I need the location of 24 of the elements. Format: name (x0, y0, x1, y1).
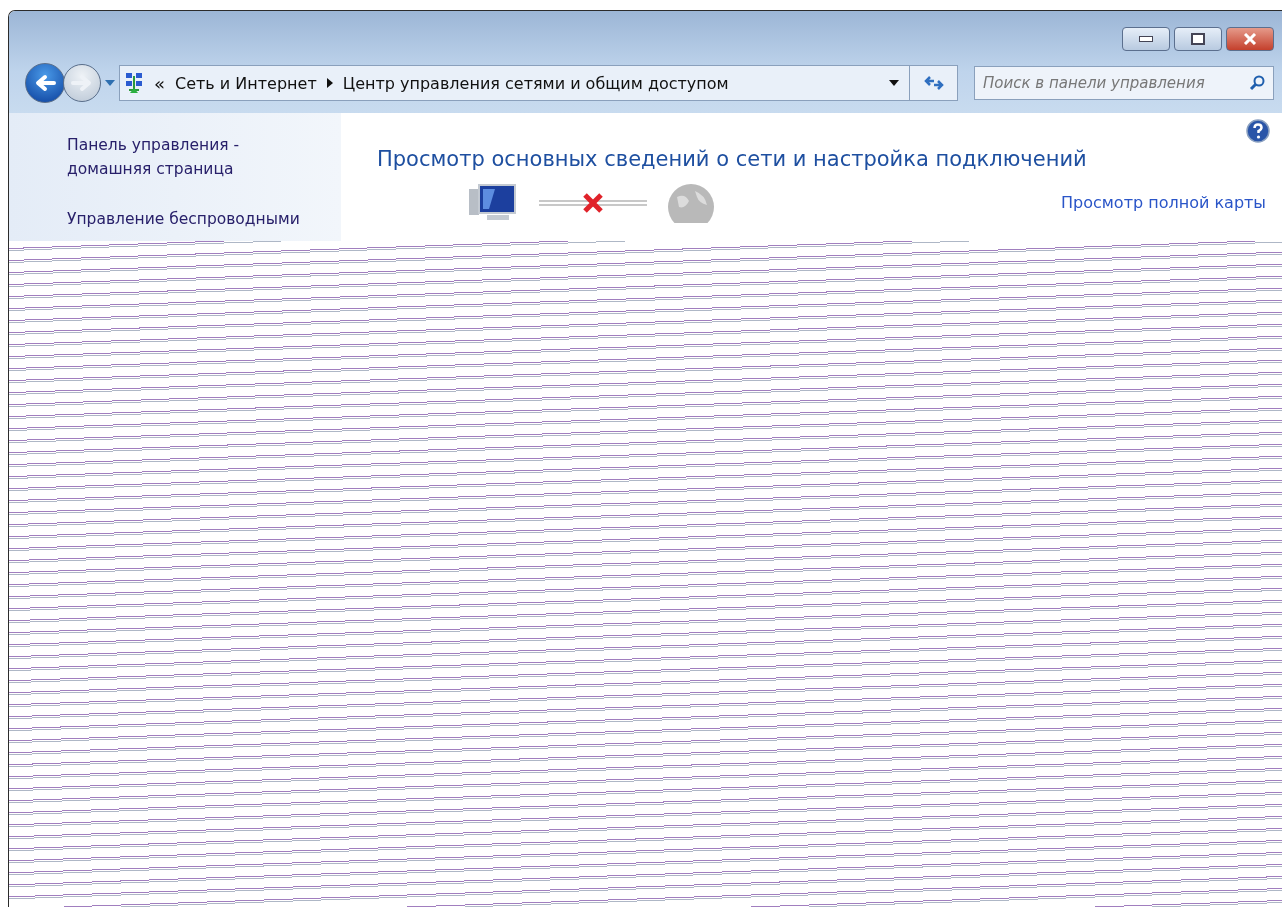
search-icon (1249, 75, 1265, 91)
full-map-link[interactable]: Просмотр полной карты (1061, 193, 1266, 212)
address-bar[interactable]: « Сеть и Интернет Центр управления сетями и общим доступом (119, 65, 958, 101)
search-field[interactable]: Поиск в панели управления (974, 66, 1274, 100)
sidebar-link[interactable]: Панель управления - домашняя страница (67, 133, 287, 181)
network-icon (124, 72, 144, 94)
help-icon[interactable] (1246, 119, 1270, 143)
globe-icon (667, 183, 715, 223)
refresh-icon (923, 75, 944, 91)
back-arrow-icon (34, 74, 56, 92)
maximize-button[interactable] (1174, 27, 1222, 51)
breadcrumb-item[interactable]: Центр управления сетями и общим доступом (342, 73, 729, 93)
sidebar-link[interactable]: Управление беспроводными (67, 207, 317, 231)
minimize-button[interactable] (1122, 27, 1170, 51)
back-button[interactable] (25, 63, 65, 103)
breadcrumb-overflow[interactable]: « (154, 72, 165, 94)
close-button[interactable] (1226, 27, 1274, 51)
separator-arrow-icon[interactable] (326, 78, 333, 88)
close-icon (1242, 33, 1258, 45)
breadcrumb-item[interactable]: Сеть и Интернет (175, 73, 317, 93)
dropdown-arrow-icon[interactable] (889, 80, 899, 86)
page-title: Просмотр основных сведений о сети и настройка подключений (377, 147, 1088, 171)
forward-button[interactable] (63, 64, 101, 102)
computer-icon (467, 183, 519, 223)
